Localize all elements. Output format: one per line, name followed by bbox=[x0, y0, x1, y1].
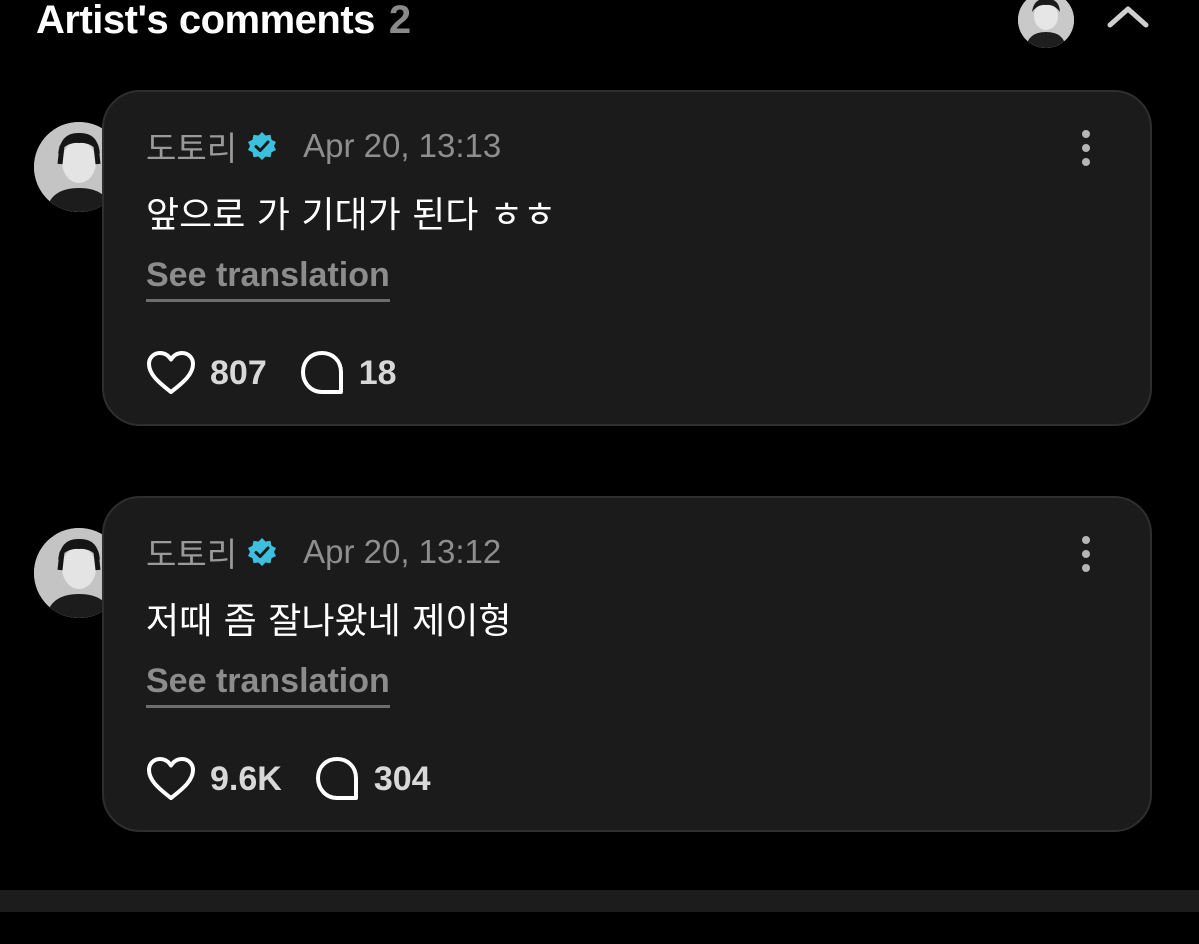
comment-actions: 9.6K 304 bbox=[146, 754, 431, 804]
comment-card: 도토리 Apr 20, 13:12 저때 좀 잘나왔네 제이형 See tran… bbox=[102, 496, 1152, 832]
like-count: 807 bbox=[210, 353, 267, 392]
comment-actions: 807 18 bbox=[146, 348, 397, 398]
comment-text: 저때 좀 잘나왔네 제이형 bbox=[146, 601, 512, 642]
chevron-up-icon bbox=[1107, 6, 1149, 28]
verified-badge-icon bbox=[247, 131, 277, 161]
section-title: Artist's comments bbox=[36, 0, 375, 42]
comment-date: Apr 20, 13:13 bbox=[303, 127, 502, 164]
comment-meta: 도토리 Apr 20, 13:12 bbox=[146, 532, 502, 573]
like-button[interactable]: 9.6K bbox=[146, 756, 282, 802]
heart-icon bbox=[147, 351, 195, 394]
collapse-button[interactable] bbox=[1102, 0, 1154, 36]
section-header: Artist's comments 2 bbox=[36, 0, 411, 48]
see-translation-link[interactable]: See translation bbox=[146, 256, 390, 302]
like-count: 9.6K bbox=[210, 759, 282, 798]
like-button[interactable]: 807 bbox=[146, 350, 267, 396]
reply-button[interactable]: 304 bbox=[314, 756, 431, 802]
speech-bubble-icon bbox=[300, 351, 343, 394]
comment-date: Apr 20, 13:12 bbox=[303, 533, 502, 570]
reply-button[interactable]: 18 bbox=[299, 350, 397, 396]
comment-item: 도토리 Apr 20, 13:13 앞으로 가 기대가 된다 ㅎㅎ See tr… bbox=[0, 90, 1199, 430]
artist-comments-page: Artist's comments 2 도토리 Apr 20, 13:13 앞으… bbox=[0, 0, 1199, 944]
speech-bubble-icon bbox=[315, 757, 358, 800]
more-options-button[interactable] bbox=[1072, 128, 1100, 168]
see-translation-link[interactable]: See translation bbox=[146, 662, 390, 708]
author-name[interactable]: 도토리 bbox=[146, 528, 237, 576]
verified-badge-icon bbox=[247, 537, 277, 567]
comment-meta: 도토리 Apr 20, 13:13 bbox=[146, 126, 502, 167]
more-vertical-icon bbox=[1082, 130, 1090, 138]
heart-icon bbox=[147, 757, 195, 800]
section-divider bbox=[0, 890, 1199, 912]
comment-text: 앞으로 가 기대가 된다 ㅎㅎ bbox=[146, 195, 557, 236]
artist-avatar[interactable] bbox=[1018, 0, 1074, 48]
more-vertical-icon bbox=[1082, 536, 1090, 544]
author-name[interactable]: 도토리 bbox=[146, 122, 237, 170]
comment-item: 도토리 Apr 20, 13:12 저때 좀 잘나왔네 제이형 See tran… bbox=[0, 496, 1199, 836]
comment-count: 2 bbox=[388, 0, 412, 42]
reply-count: 18 bbox=[358, 353, 397, 392]
reply-count: 304 bbox=[373, 759, 431, 798]
comment-card: 도토리 Apr 20, 13:13 앞으로 가 기대가 된다 ㅎㅎ See tr… bbox=[102, 90, 1152, 426]
more-options-button[interactable] bbox=[1072, 534, 1100, 574]
